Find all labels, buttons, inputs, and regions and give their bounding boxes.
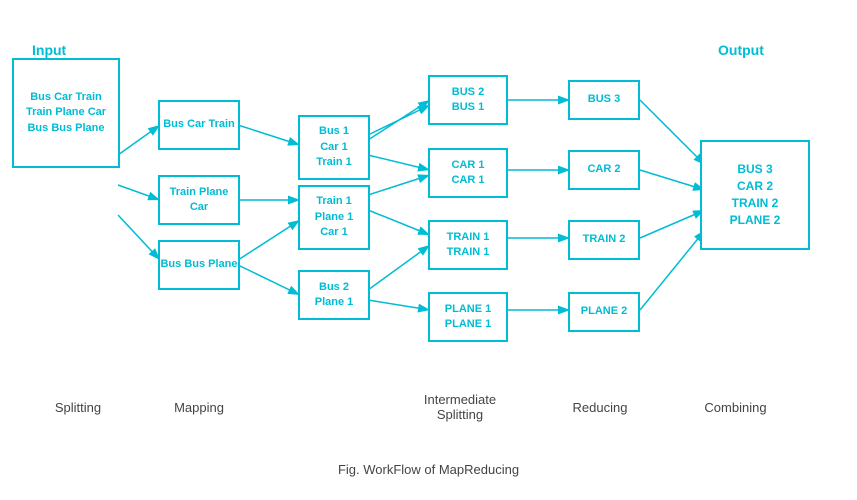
inter3-box: TRAIN 1TRAIN 1 (428, 220, 508, 270)
inter2-box: CAR 1CAR 1 (428, 148, 508, 198)
combining-label: Combining (688, 400, 783, 415)
reduce1-box: BUS 3 (568, 80, 640, 120)
output-label: Output (718, 42, 764, 58)
inter4-box: PLANE 1PLANE 1 (428, 292, 508, 342)
input-label: Input (32, 42, 66, 58)
reduce2-box: CAR 2 (568, 150, 640, 190)
input-box: Bus Car TrainTrain Plane CarBus Bus Plan… (12, 58, 120, 168)
split3-box: Bus 2Plane 1 (298, 270, 370, 320)
output-box: BUS 3CAR 2TRAIN 2PLANE 2 (700, 140, 810, 250)
reduce3-box: TRAIN 2 (568, 220, 640, 260)
map3-box: Bus Bus Plane (158, 240, 240, 290)
diagram: Input Bus Car TrainTrain Plane CarBus Bu… (0, 0, 857, 460)
split2-box: Train 1Plane 1Car 1 (298, 185, 370, 250)
mapping-label: Mapping (158, 400, 240, 415)
map1-box: Bus Car Train (158, 100, 240, 150)
reducing-label: Reducing (560, 400, 640, 415)
reduce4-box: PLANE 2 (568, 292, 640, 332)
figure-caption: Fig. WorkFlow of MapReducing (0, 462, 857, 477)
inter1-box: BUS 2BUS 1 (428, 75, 508, 125)
splitting-label: Splitting (38, 400, 118, 415)
intermediate-splitting-label: IntermediateSplitting (410, 392, 510, 422)
map2-box: Train Plane Car (158, 175, 240, 225)
split1-box: Bus 1Car 1Train 1 (298, 115, 370, 180)
